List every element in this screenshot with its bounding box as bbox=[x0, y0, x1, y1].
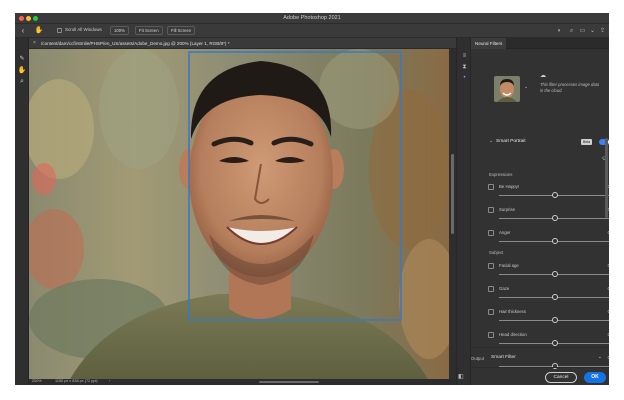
filter-label: Head direction bbox=[499, 332, 527, 337]
expressions-label: Expressions bbox=[489, 172, 513, 177]
filter-label: Facial age bbox=[499, 263, 519, 268]
zoom-level[interactable]: 200% bbox=[32, 379, 42, 383]
slider-knob[interactable] bbox=[551, 317, 558, 323]
workspace-chevron-icon[interactable]: ⌄ bbox=[588, 26, 597, 36]
title-bar: Adobe Photoshop 2021 bbox=[15, 13, 609, 23]
slider-knob[interactable] bbox=[551, 192, 558, 198]
filter-row: Surprise 0 bbox=[488, 207, 609, 229]
chevron-left-icon[interactable]: ‹ bbox=[18, 26, 28, 36]
hand-tool-icon[interactable]: ✋ bbox=[17, 66, 27, 75]
filter-label: Hair thickness bbox=[499, 309, 526, 314]
slider-knob[interactable] bbox=[551, 215, 558, 221]
share-icon[interactable]: ⇪ bbox=[598, 26, 607, 36]
workspace-icon[interactable]: ▭ bbox=[578, 26, 587, 36]
filter-row: Anger 0 bbox=[488, 230, 609, 252]
tools-panel: ✎ ✋ ⌕ bbox=[15, 38, 29, 385]
filter-checkbox[interactable] bbox=[488, 230, 494, 236]
output-chevron-icon: ⌄ bbox=[597, 354, 602, 360]
thumbnail-chevron-icon[interactable]: ⌄ bbox=[524, 84, 528, 90]
subject-label: Subject bbox=[489, 250, 504, 255]
panel-scroll-thumb[interactable] bbox=[605, 138, 608, 218]
status-chevron-icon[interactable]: › bbox=[109, 379, 110, 383]
beta-badge: Beta bbox=[581, 139, 593, 145]
fill-screen-button[interactable]: Fill Screen bbox=[167, 26, 196, 35]
filter-checkbox[interactable] bbox=[488, 286, 494, 292]
hand-tool-option-icon[interactable]: ✋ bbox=[34, 26, 44, 36]
cancel-button[interactable]: Cancel bbox=[545, 372, 577, 383]
filter-row: Facial age 0 bbox=[488, 263, 609, 285]
neural-filters-icon[interactable]: • bbox=[460, 74, 469, 83]
filter-checkbox[interactable] bbox=[488, 332, 494, 338]
filter-label: Be Happy! bbox=[499, 184, 520, 189]
neural-filters-panel: Neural Filters ⌄ ☁ This filter processes… bbox=[458, 38, 609, 385]
filter-checkbox[interactable] bbox=[488, 207, 494, 213]
preview-toggle-icon[interactable]: ◧ bbox=[458, 373, 464, 380]
smart-portrait-title[interactable]: Smart Portrait bbox=[496, 139, 526, 144]
panel-icon-strip: ≡ ⧗ • bbox=[456, 38, 471, 385]
document-title: /content/dam/ccfirstmile/PHSP/en_US/asse… bbox=[41, 40, 230, 46]
options-bar: ‹ ✋ Scroll All Windows 100% Fit Screen F… bbox=[15, 23, 609, 38]
panel-footer: ◧ Cancel OK bbox=[458, 367, 609, 385]
cloud-icon: ☁ bbox=[540, 73, 546, 79]
ok-button[interactable]: OK bbox=[584, 372, 606, 383]
document-tab[interactable]: × /content/dam/ccfirstmile/PHSP/en_US/as… bbox=[29, 38, 456, 49]
filter-row: Gaze 0 bbox=[488, 286, 609, 308]
panel-scrollbar[interactable] bbox=[605, 138, 608, 338]
lightbulb-icon[interactable]: ◐ bbox=[555, 26, 564, 36]
scroll-all-windows-checkbox[interactable] bbox=[57, 28, 62, 33]
filter-label: Surprise bbox=[499, 207, 516, 212]
adjustments-icon[interactable]: ⧗ bbox=[460, 63, 469, 72]
output-select[interactable]: Smart Filter ⌄ bbox=[487, 353, 605, 363]
slider-knob[interactable] bbox=[551, 271, 558, 277]
filter-checkbox[interactable] bbox=[488, 263, 494, 269]
tab-neural-filters[interactable]: Neural Filters bbox=[471, 38, 507, 49]
output-value: Smart Filter bbox=[491, 355, 516, 360]
document-dimensions: 1150 px x 838 px (72 ppi) bbox=[55, 379, 98, 383]
photoshop-window: Adobe Photoshop 2021 ‹ ✋ Scroll All Wind… bbox=[15, 13, 609, 385]
edit-toolbar-icon[interactable]: ✎ bbox=[17, 55, 27, 64]
filter-preview-thumbnail[interactable] bbox=[494, 76, 520, 102]
output-label: Output bbox=[471, 356, 484, 361]
layers-icon[interactable]: ≡ bbox=[460, 52, 469, 61]
canvas-vertical-scrollbar[interactable] bbox=[449, 49, 456, 381]
scroll-all-windows-label: Scroll All Windows bbox=[65, 27, 102, 32]
app-title: Adobe Photoshop 2021 bbox=[283, 15, 341, 21]
document-canvas[interactable] bbox=[29, 49, 449, 381]
filter-row: Hair thickness 0 bbox=[488, 309, 609, 331]
status-bar: 200% 1150 px x 838 px (72 ppi) › bbox=[29, 379, 456, 385]
output-row: Output Smart Filter ⌄ bbox=[471, 347, 609, 367]
panel-tabbar: Neural Filters bbox=[471, 38, 609, 49]
filter-label: Gaze bbox=[499, 286, 510, 291]
slider-knob[interactable] bbox=[551, 340, 558, 346]
fit-screen-button[interactable]: Fit Screen bbox=[135, 26, 163, 35]
zoom-100-button[interactable]: 100% bbox=[110, 26, 129, 35]
filter-checkbox[interactable] bbox=[488, 309, 494, 315]
collapse-chevron-icon[interactable]: ⌄ bbox=[489, 139, 493, 144]
close-document-icon[interactable]: × bbox=[33, 40, 36, 46]
filter-row: Be Happy! 0 bbox=[488, 184, 609, 206]
vertical-scroll-thumb[interactable] bbox=[451, 154, 454, 234]
portrait-photo bbox=[29, 49, 449, 381]
zoom-tool-icon[interactable]: ⌕ bbox=[17, 77, 27, 86]
horizontal-scroll-thumb[interactable] bbox=[259, 381, 319, 383]
slider-knob[interactable] bbox=[551, 294, 558, 300]
cloud-notice: This filter processes image data in the … bbox=[540, 82, 600, 93]
filter-checkbox[interactable] bbox=[488, 184, 494, 190]
filter-label: Anger bbox=[499, 230, 511, 235]
search-icon[interactable]: ⌕ bbox=[567, 26, 576, 36]
slider-knob[interactable] bbox=[551, 238, 558, 244]
